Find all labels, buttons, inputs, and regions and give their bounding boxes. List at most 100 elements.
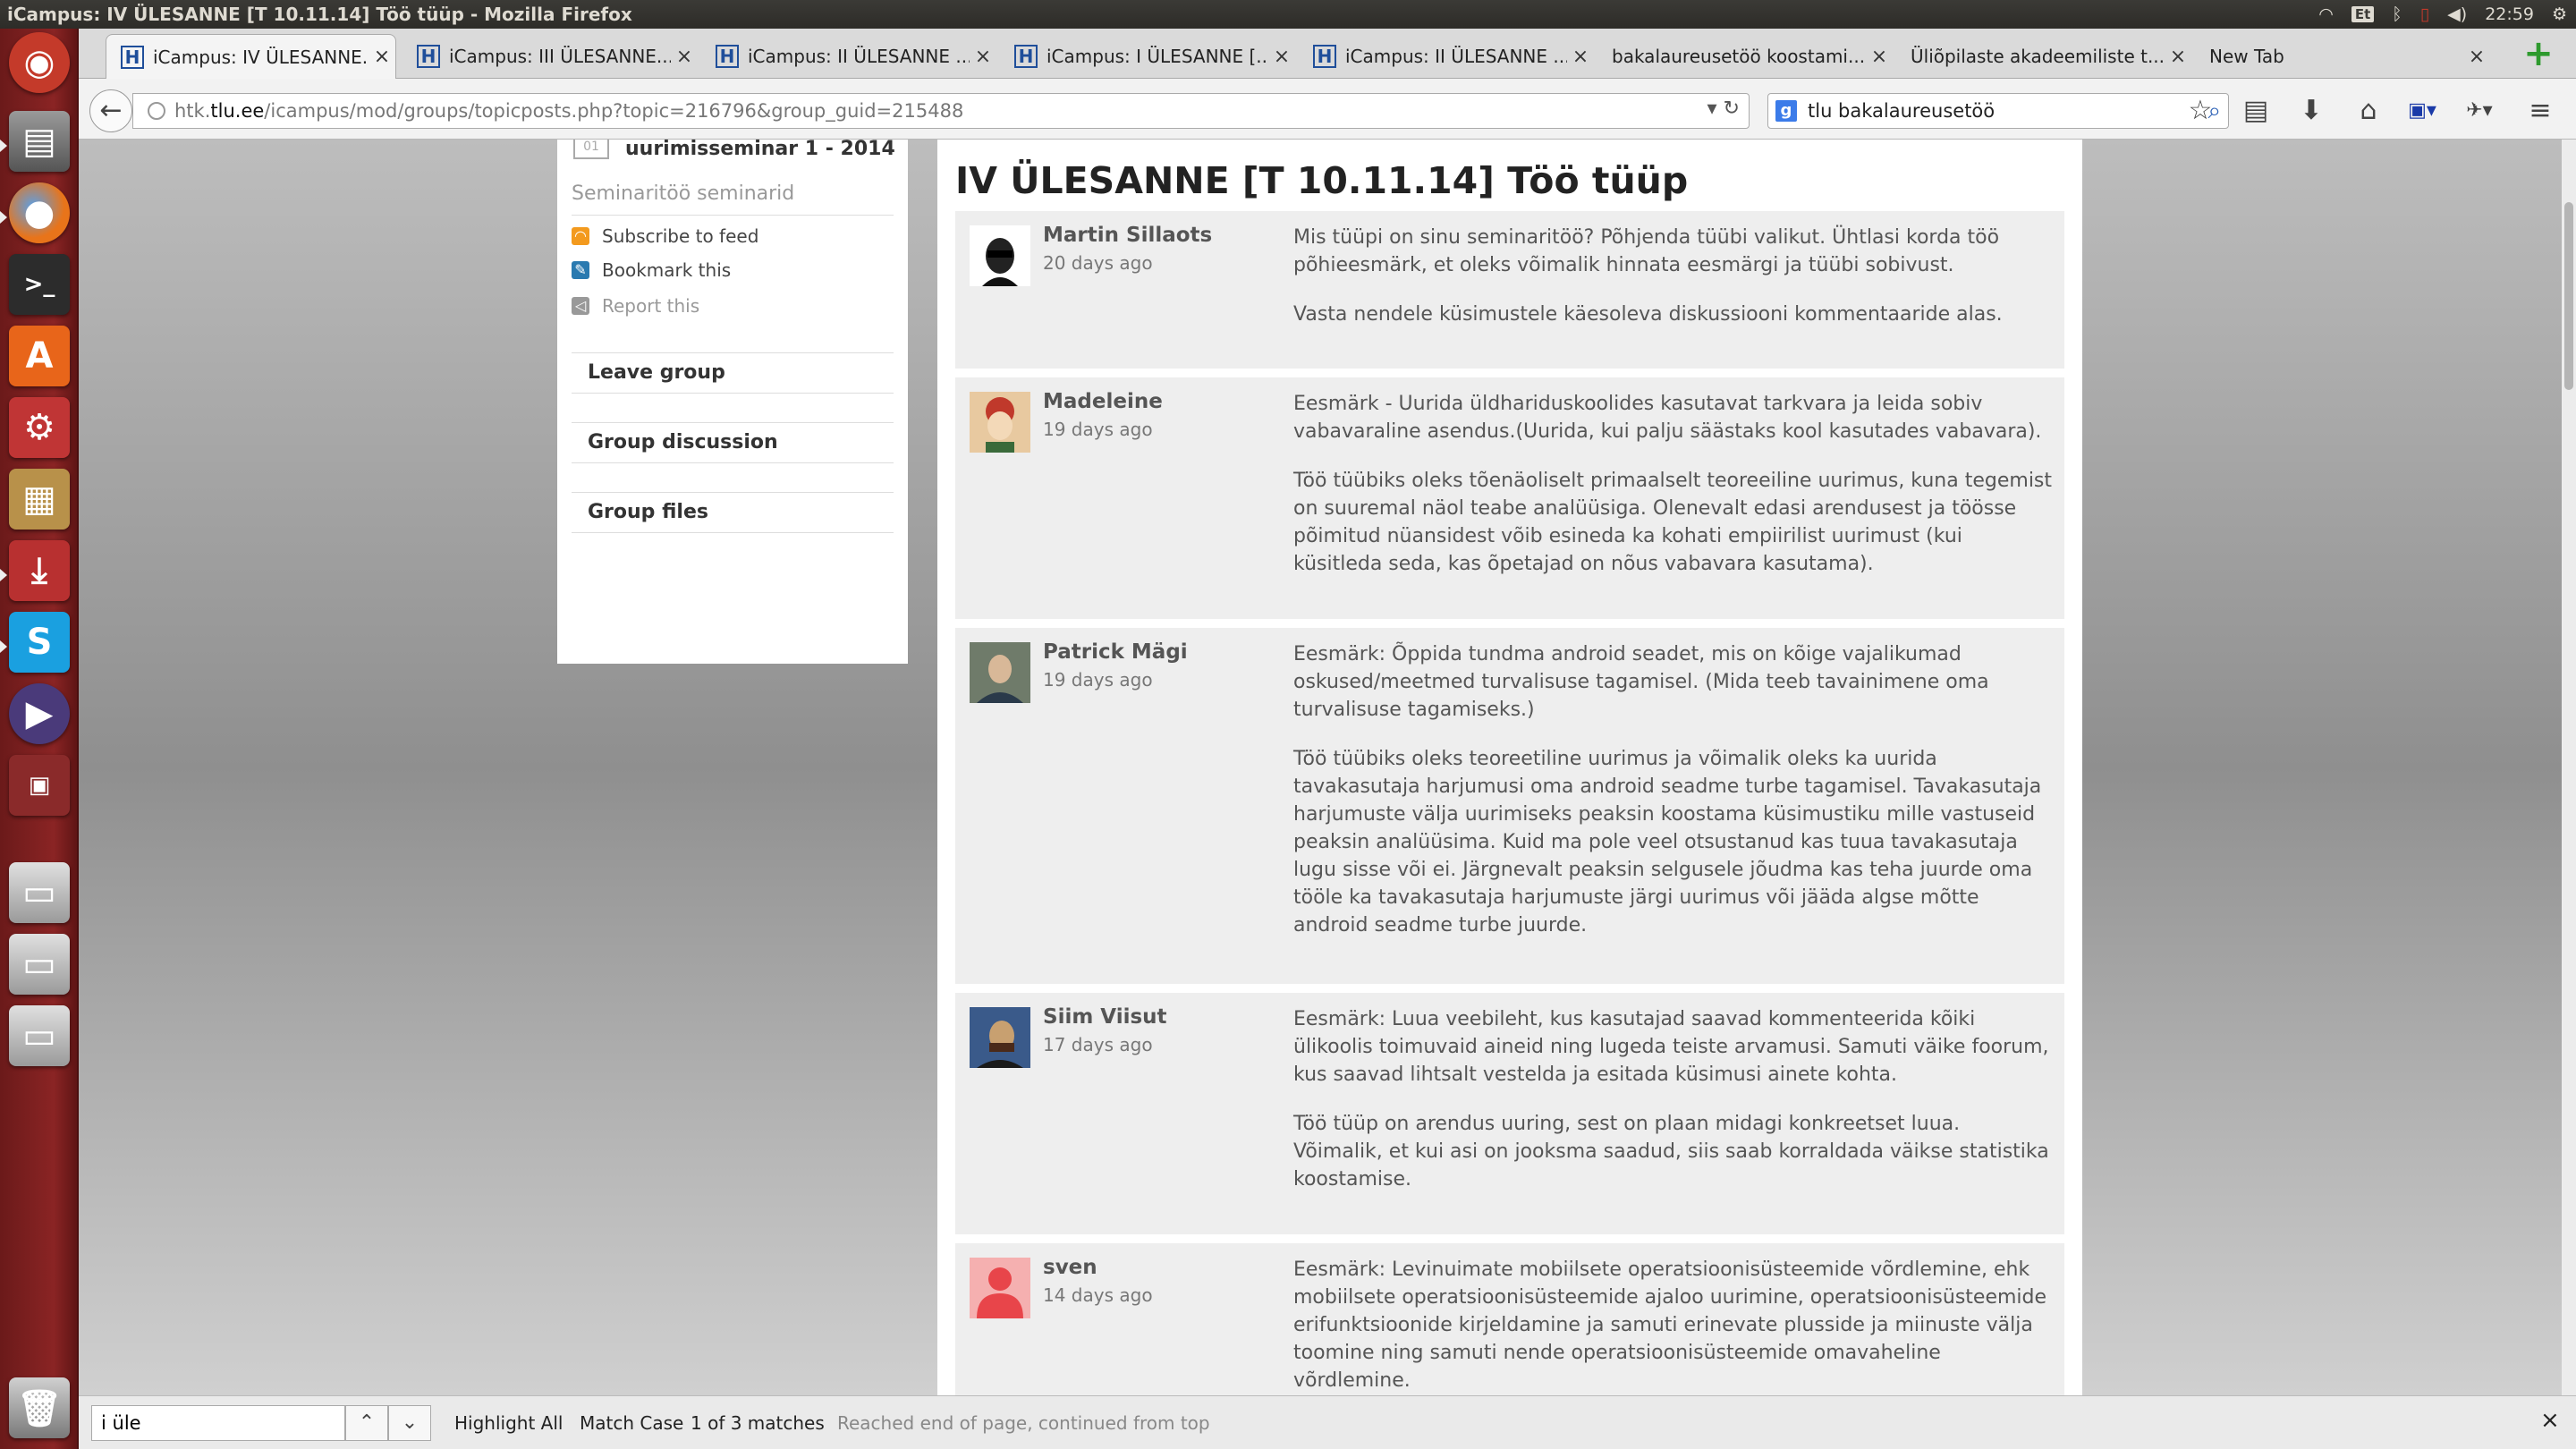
post-time: 19 days ago — [1043, 419, 1153, 440]
tab[interactable]: New Tab × — [2195, 34, 2490, 79]
media-player-icon[interactable]: ▶ — [9, 683, 70, 744]
close-icon[interactable]: × — [1866, 46, 1893, 68]
download-icon[interactable]: ⤓ — [9, 540, 70, 601]
terminal-icon[interactable]: >_ — [9, 254, 70, 315]
launcher: ◉ ▤ ● >_ A ⚙ ▦ ⤓ S ▶ ▣ ▭ ▭ ▭ 🗑 — [0, 29, 79, 1449]
tab[interactable]: Üliõpilaste akadeemiliste t... × — [1896, 34, 2191, 79]
ubuntu-logo-icon[interactable]: ◉ — [9, 32, 70, 93]
post-body: Eesmärk: Levinuimate mobiilsete operatsi… — [1293, 1256, 2054, 1395]
adblock-icon[interactable]: ▣▾ — [2404, 93, 2440, 129]
gear-icon[interactable]: ⚙ — [2552, 4, 2567, 24]
group-title[interactable]: uurimisseminar 1 - 2014 — [625, 140, 895, 159]
avatar[interactable] — [970, 642, 1030, 703]
post-author[interactable]: Madeleine — [1043, 390, 1163, 413]
keyboard-layout[interactable]: Et — [2351, 6, 2375, 22]
google-icon[interactable]: g — [1775, 100, 1797, 122]
menu-icon[interactable]: ≡ — [2522, 93, 2558, 129]
url-bar[interactable]: htk. tlu.ee/icampus/mod/groups/topicposts… — [132, 93, 1750, 129]
rss-icon: ◠ — [572, 227, 589, 245]
post-author[interactable]: Siim Viisut — [1043, 1005, 1167, 1029]
post-author[interactable]: Patrick Mägi — [1043, 640, 1188, 664]
navigation-toolbar: ← htk. tlu.ee/icampus/mod/groups/topicpos… — [79, 79, 2576, 140]
report-link[interactable]: ◁ Report this — [572, 295, 699, 317]
post-author[interactable]: Martin Sillaots — [1043, 224, 1212, 247]
page-title: IV ÜLESANNE [T 10.11.14] Töö tüüp — [955, 159, 1689, 202]
highlight-all-toggle[interactable]: Highlight All — [454, 1412, 563, 1434]
settings-icon[interactable]: ⚙ — [9, 397, 70, 458]
post-paragraph: Töö tüübiks oleks teoreetiline uurimus j… — [1293, 748, 2042, 936]
wifi-icon[interactable]: ◠ — [2318, 4, 2334, 24]
running-indicator — [0, 569, 7, 581]
bluetooth-icon[interactable]: ᛒ — [2392, 4, 2402, 24]
reading-list-icon[interactable]: ▤ — [2238, 93, 2274, 129]
tab-label: iCampus: IV ÜLESANNE... — [153, 46, 369, 68]
drive-icon[interactable]: ▭ — [9, 862, 70, 923]
firefox-icon[interactable]: ● — [9, 182, 70, 243]
software-center-icon[interactable]: A — [9, 326, 70, 386]
close-icon[interactable]: × — [1567, 46, 1594, 68]
search-bar[interactable]: g tlu bakalaureusetöö ⌕ — [1767, 93, 2229, 129]
post-body: Eesmärk: Luua veebileht, kus kasutajad s… — [1293, 1005, 2054, 1215]
subscribe-link[interactable]: ◠ Subscribe to feed — [572, 225, 758, 247]
tab[interactable]: H iCampus: II ÜLESANNE ... × — [1299, 34, 1594, 79]
avatar[interactable] — [970, 1007, 1030, 1068]
addon-icon[interactable]: ✈▾ — [2462, 93, 2497, 129]
back-button[interactable]: ← — [89, 89, 132, 132]
tab-active[interactable]: H iCampus: IV ÜLESANNE... × — [106, 34, 396, 79]
close-icon[interactable]: × — [671, 46, 698, 68]
clock[interactable]: 22:59 — [2485, 4, 2534, 24]
post-author[interactable]: sven — [1043, 1256, 1097, 1279]
drive-icon[interactable]: ▭ — [9, 1005, 70, 1066]
close-findbar-icon[interactable]: × — [2540, 1407, 2560, 1434]
post-paragraph: Eesmärk: Levinuimate mobiilsete operatsi… — [1293, 1258, 2047, 1392]
group-files-link[interactable]: Group files — [572, 501, 894, 533]
window-title: iCampus: IV ÜLESANNE [T 10.11.14] Töö tü… — [7, 4, 632, 25]
scrollbar-thumb[interactable] — [2564, 202, 2573, 390]
downloads-icon[interactable]: ⬇ — [2293, 93, 2329, 129]
match-case-toggle[interactable]: Match Case — [580, 1412, 683, 1434]
bookmark-label: Bookmark this — [602, 259, 732, 281]
close-icon[interactable]: × — [2165, 46, 2191, 68]
avatar[interactable] — [970, 392, 1030, 453]
tab-label: iCampus: III ÜLESANNE... — [449, 46, 671, 67]
find-input[interactable] — [91, 1405, 345, 1441]
find-next-button[interactable]: ⌄ — [388, 1405, 431, 1441]
find-previous-button[interactable]: ⌃ — [345, 1405, 388, 1441]
archive-icon[interactable]: ▦ — [9, 469, 70, 530]
reload-icon[interactable]: ▾ ↻ — [1707, 97, 1740, 120]
bookmark-link[interactable]: ✎ Bookmark this — [572, 259, 731, 281]
close-icon[interactable]: × — [369, 46, 395, 68]
close-icon[interactable]: × — [2463, 46, 2490, 68]
leave-group-link[interactable]: Leave group — [572, 361, 894, 394]
tab[interactable]: bakalaureusetöö koostami... × — [1597, 34, 1893, 79]
home-icon[interactable]: ⌂ — [2351, 93, 2386, 129]
scrollbar[interactable] — [2562, 140, 2576, 1395]
divider — [572, 492, 894, 493]
bookmark-star-icon[interactable]: ☆ — [2182, 93, 2218, 129]
trash-icon[interactable]: 🗑 — [9, 1377, 70, 1438]
close-icon[interactable]: × — [970, 46, 996, 68]
files-icon[interactable]: ▤ — [9, 111, 70, 172]
avatar[interactable] — [970, 225, 1030, 286]
close-icon[interactable]: × — [1268, 46, 1295, 68]
pushpin-icon: ✎ — [572, 261, 589, 279]
post: Madeleine 19 days ago Eesmärk - Uurida ü… — [955, 377, 2064, 619]
post: Siim Viisut 17 days ago Eesmärk: Luua ve… — [955, 993, 2064, 1234]
tab-bar: H iCampus: IV ÜLESANNE... × H iCampus: I… — [79, 29, 2576, 79]
post-body: Eesmärk: Õppida tundma android seadet, m… — [1293, 640, 2054, 961]
avatar[interactable] — [970, 1258, 1030, 1318]
tab[interactable]: H iCampus: I ÜLESANNE [... × — [1000, 34, 1295, 79]
group-discussion-link[interactable]: Group discussion — [572, 431, 894, 463]
drive-icon[interactable]: ▭ — [9, 934, 70, 995]
divider — [572, 422, 894, 423]
running-indicator — [0, 640, 7, 653]
icampus-favicon-icon: H — [1313, 45, 1336, 68]
volume-icon[interactable]: ◀) — [2447, 4, 2467, 24]
tab[interactable]: H iCampus: II ÜLESANNE ... × — [701, 34, 996, 79]
search-input[interactable]: tlu bakalaureusetöö — [1808, 100, 1995, 122]
battery-icon[interactable]: ▯ — [2420, 4, 2429, 24]
new-tab-button[interactable]: + — [2522, 36, 2555, 72]
workspace-switcher-icon[interactable]: ▣ — [9, 755, 70, 816]
tab[interactable]: H iCampus: III ÜLESANNE... × — [402, 34, 698, 79]
skype-icon[interactable]: S — [9, 612, 70, 673]
